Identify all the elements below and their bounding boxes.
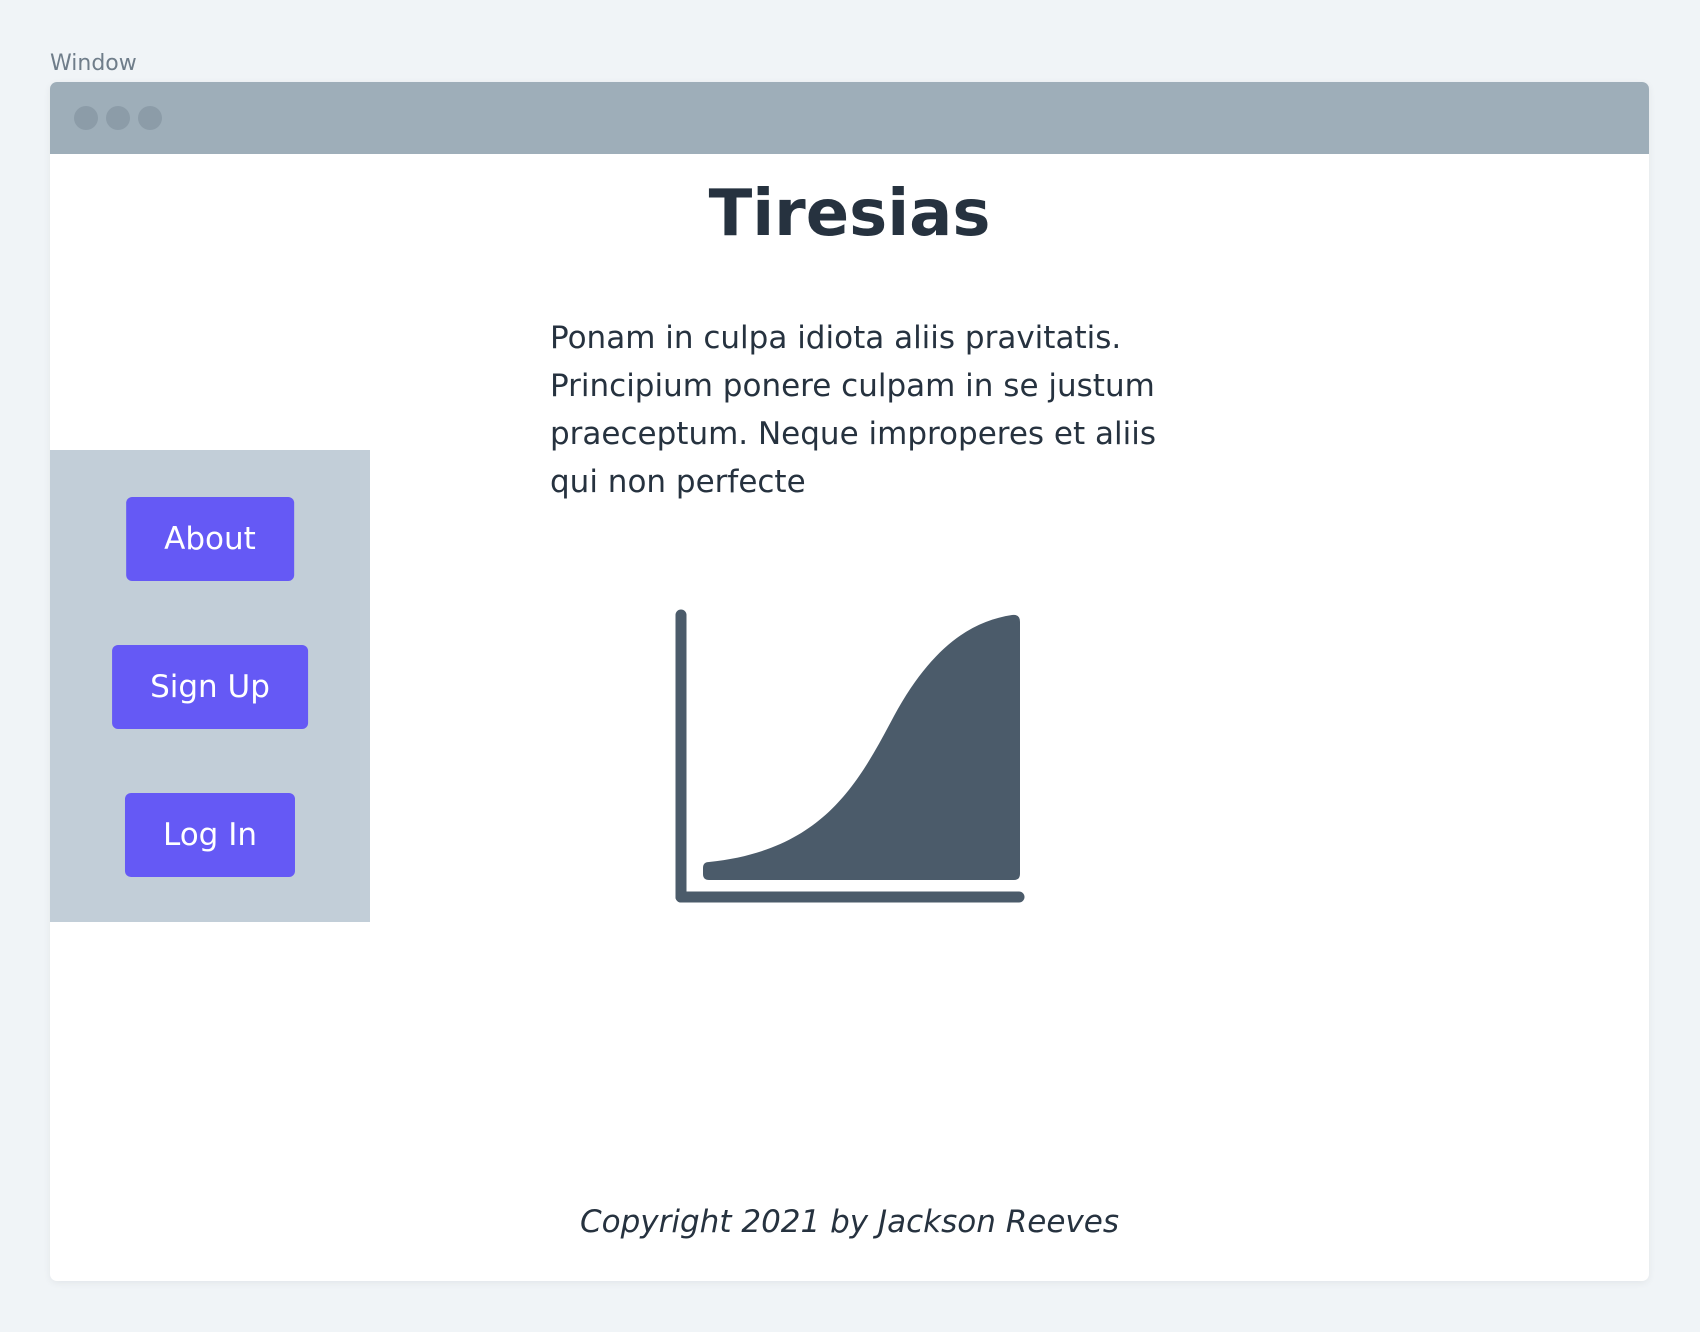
window-label: Window [50, 51, 137, 76]
browser-window: Tiresias Ponam in culpa idiota aliis pra… [50, 82, 1649, 1281]
body-paragraph: Ponam in culpa idiota aliis pravitatis. … [550, 320, 1156, 500]
page-title: Tiresias [708, 177, 991, 251]
window-minimize-dot-icon[interactable] [106, 106, 130, 130]
area-chart-icon [675, 609, 1025, 903]
sign-up-button[interactable]: Sign Up [112, 645, 308, 729]
window-close-dot-icon[interactable] [74, 106, 98, 130]
about-button[interactable]: About [126, 497, 294, 581]
footer-copyright: Copyright 2021 by Jackson Reeves [580, 1204, 1119, 1240]
sidebar-nav: About Sign Up Log In [50, 450, 370, 922]
window-titlebar[interactable] [50, 82, 1649, 154]
log-in-button[interactable]: Log In [124, 793, 296, 877]
chart-area-curve [703, 614, 1020, 880]
window-maximize-dot-icon[interactable] [138, 106, 162, 130]
